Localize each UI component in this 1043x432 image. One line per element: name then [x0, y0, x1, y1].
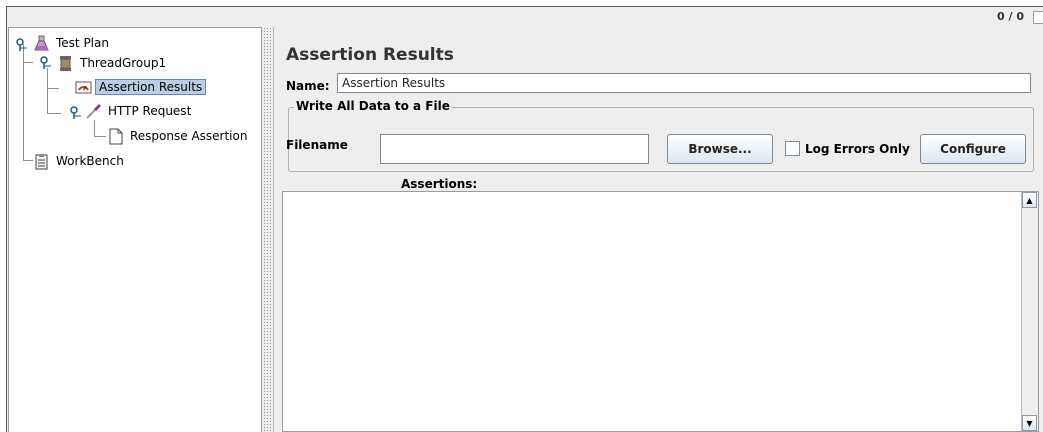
pipette-icon	[86, 103, 102, 119]
tree-item-label: Assertion Results	[95, 79, 207, 95]
filename-input[interactable]	[380, 134, 649, 164]
spool-icon	[60, 55, 71, 71]
assertion-results-panel: Assertion Results Name: Write All Data t…	[273, 27, 1043, 432]
tree-item-response-assertion[interactable]: Response Assertion	[107, 127, 250, 145]
split-pane-divider[interactable]	[263, 27, 271, 432]
log-errors-only-checkbox[interactable]: Log Errors Only	[785, 141, 910, 156]
tree-item-label: Test Plan	[56, 36, 109, 50]
page-title: Assertion Results	[286, 45, 454, 65]
status-bar: 0 / 0	[7, 7, 1043, 26]
tree-item-http-request[interactable]: HTTP Request	[85, 102, 194, 120]
flask-icon	[34, 35, 49, 50]
expand-toggle-icon[interactable]	[39, 56, 53, 70]
scroll-up-icon[interactable]: ▲	[1022, 192, 1037, 208]
status-indicator-icon	[1033, 11, 1043, 24]
tree-connector	[47, 88, 59, 89]
expand-toggle-icon[interactable]	[15, 38, 29, 52]
tree-connector	[94, 136, 106, 137]
tree-item-label: HTTP Request	[108, 104, 192, 118]
tree-item-test-plan[interactable]: Test Plan	[33, 34, 112, 52]
tree-connector	[47, 68, 48, 114]
jmeter-window: 0 / 0 Test Plan ThreadGroup1 Assertion R…	[6, 6, 1043, 432]
expand-toggle-icon[interactable]	[69, 106, 83, 120]
configure-button[interactable]: Configure	[920, 134, 1026, 164]
tree-connector	[23, 160, 33, 161]
thread-counter: 0 / 0	[997, 10, 1024, 23]
tree-connector	[94, 120, 95, 136]
tree-item-label: WorkBench	[56, 154, 124, 168]
tree-connector	[23, 62, 33, 63]
name-field[interactable]	[337, 73, 1031, 93]
document-icon	[109, 128, 123, 144]
group-title: Write All Data to a File	[294, 99, 452, 113]
tree-item-label: Response Assertion	[130, 129, 248, 143]
test-plan-tree[interactable]: Test Plan ThreadGroup1 Assertion Results	[8, 27, 262, 432]
assertions-text-area[interactable]: ▲ ▼	[282, 191, 1039, 432]
tree-item-assertion-results[interactable]: Assertion Results	[75, 78, 207, 96]
tree-item-label: ThreadGroup1	[80, 56, 167, 70]
vertical-scrollbar[interactable]: ▲ ▼	[1021, 192, 1038, 431]
name-label: Name:	[286, 79, 330, 93]
tree-item-workbench[interactable]: WorkBench	[33, 152, 127, 170]
assertions-label: Assertions:	[401, 177, 478, 191]
write-to-file-group: Write All Data to a File Filename Browse…	[286, 99, 1034, 172]
tree-item-threadgroup1[interactable]: ThreadGroup1	[57, 54, 169, 72]
filename-label: Filename	[286, 138, 348, 152]
clipboard-icon	[35, 153, 48, 169]
tree-connector	[47, 113, 61, 114]
log-errors-only-label: Log Errors Only	[805, 141, 910, 156]
gauge-icon	[75, 81, 92, 93]
browse-button[interactable]: Browse...	[667, 134, 773, 164]
checkbox-box[interactable]	[785, 141, 800, 156]
scroll-down-icon[interactable]: ▼	[1022, 415, 1037, 431]
